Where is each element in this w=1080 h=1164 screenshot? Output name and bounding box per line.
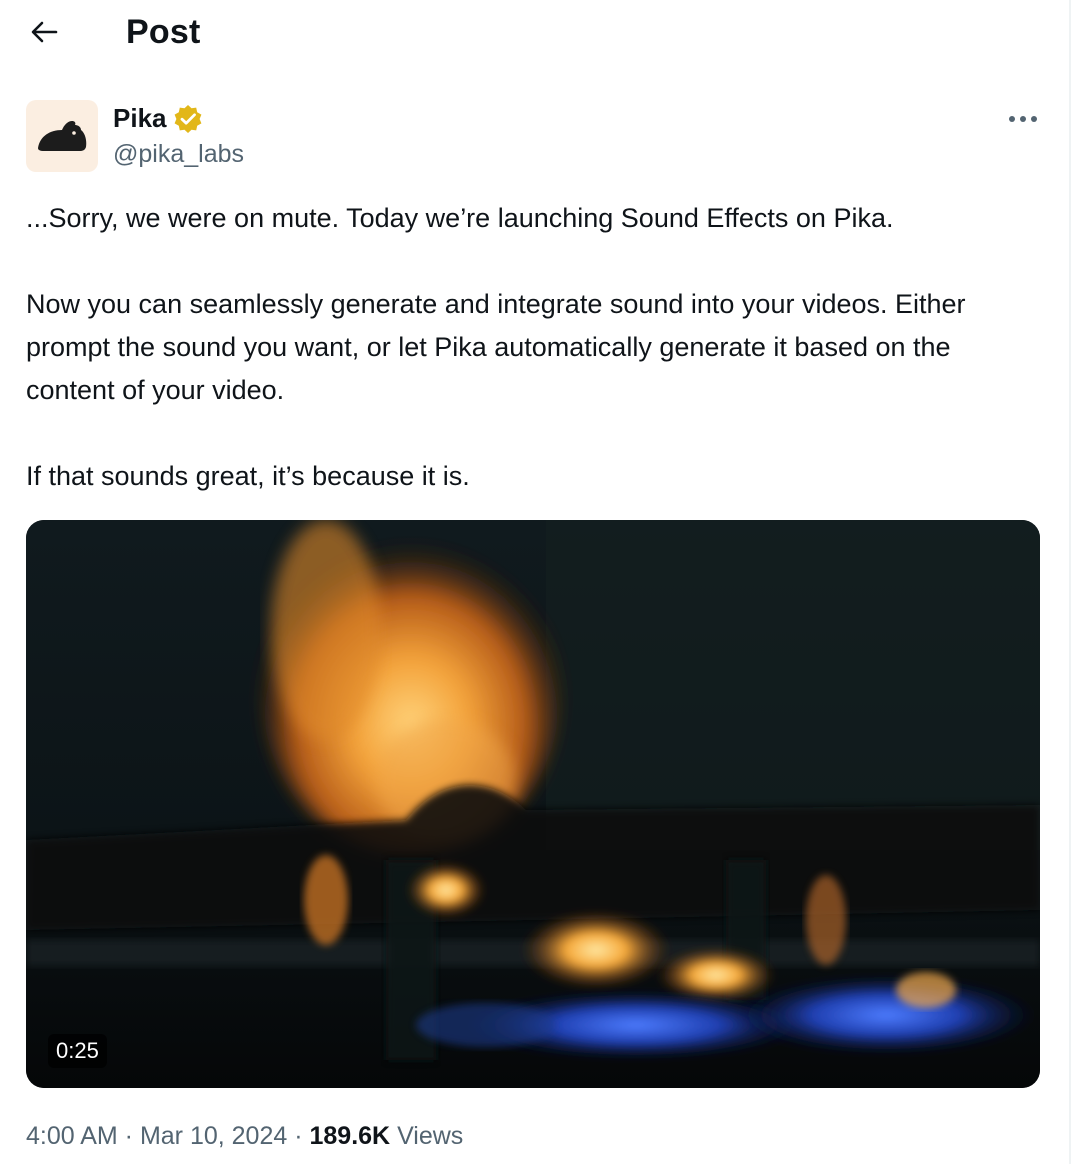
- meta-separator: ·: [287, 1122, 310, 1150]
- avatar[interactable]: [26, 100, 98, 172]
- video-frame: [26, 520, 1040, 1088]
- post-meta: 4:00 AM · Mar 10, 2024 · 189.6K Views: [26, 1122, 463, 1151]
- video-duration: 0:25: [48, 1034, 107, 1068]
- column-border: [1069, 0, 1071, 1164]
- video-player[interactable]: 0:25: [26, 520, 1040, 1088]
- views-label: Views: [390, 1122, 464, 1150]
- author-name-row: Pika: [113, 103, 203, 134]
- more-button[interactable]: [1000, 102, 1046, 136]
- post-time[interactable]: 4:00 AM: [26, 1122, 118, 1150]
- post-text: ...Sorry, we were on mute. Today we’re l…: [26, 197, 1036, 498]
- author-name[interactable]: Pika: [113, 103, 167, 134]
- rabbit-logo-icon: [38, 121, 87, 151]
- post-date[interactable]: Mar 10, 2024: [140, 1122, 287, 1150]
- post-paragraph: If that sounds great, it’s because it is…: [26, 461, 470, 491]
- more-horizontal-icon: [1009, 116, 1037, 122]
- post-paragraph: ...Sorry, we were on mute. Today we’re l…: [26, 203, 894, 233]
- page-title: Post: [126, 13, 201, 51]
- arrow-left-icon: [31, 21, 58, 43]
- views-count[interactable]: 189.6K: [310, 1122, 391, 1150]
- verified-badge-icon: [174, 104, 201, 133]
- author-handle[interactable]: @pika_labs: [113, 140, 244, 169]
- back-button[interactable]: [24, 12, 64, 52]
- post-paragraph: Now you can seamlessly generate and inte…: [26, 289, 966, 405]
- meta-separator: ·: [117, 1122, 140, 1150]
- header: Post: [0, 0, 1069, 70]
